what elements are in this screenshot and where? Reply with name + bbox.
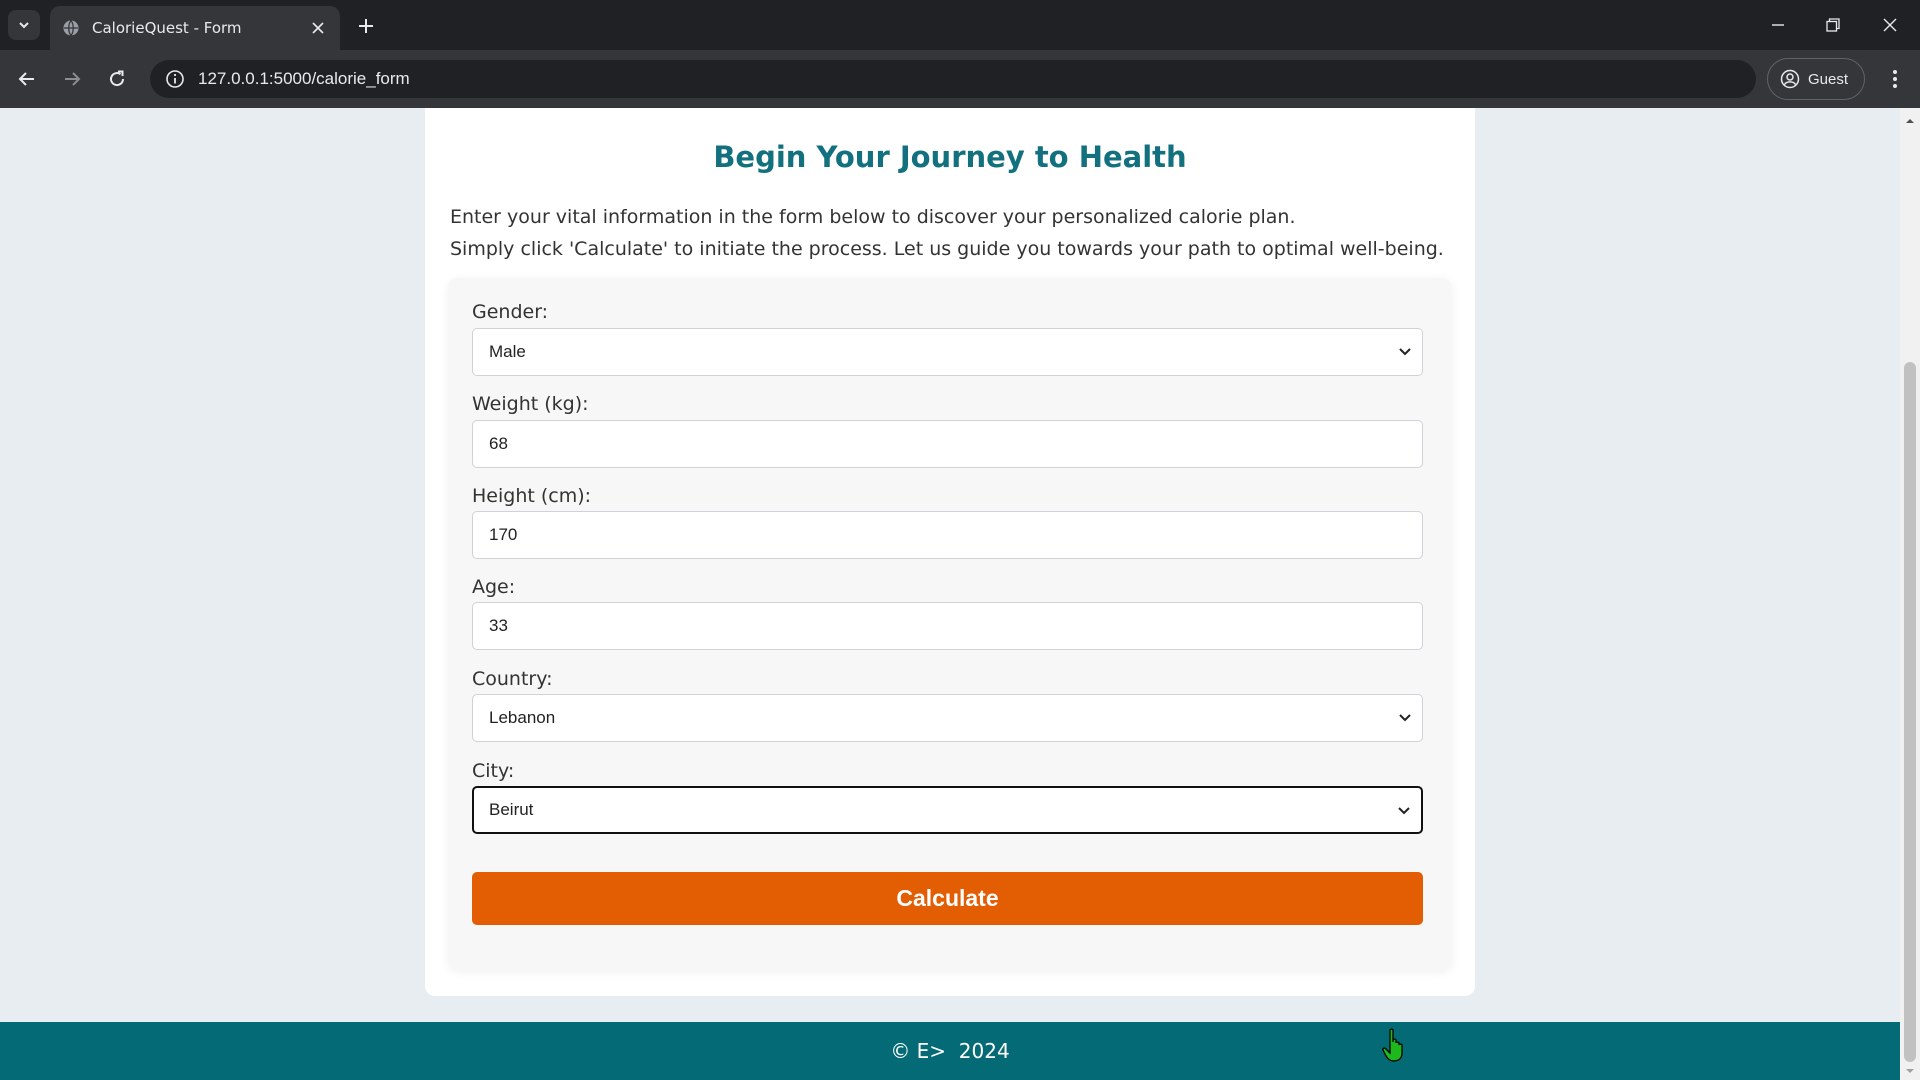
restore-button[interactable] [1813, 10, 1853, 40]
city-value: Beirut [489, 800, 534, 819]
minimize-icon [1772, 24, 1784, 26]
reload-button[interactable] [101, 63, 133, 95]
page-viewport: Begin Your Journey to Health Enter your … [0, 108, 1900, 1080]
intro-line-2: Simply click 'Calculate' to initiate the… [450, 238, 1444, 260]
age-input[interactable]: 33 [472, 602, 1423, 650]
weight-label: Weight (kg): [472, 393, 589, 415]
city-select[interactable]: Beirut [472, 786, 1423, 834]
height-label: Height (cm): [472, 485, 592, 507]
profile-button[interactable]: Guest [1767, 58, 1865, 100]
browser-toolbar: 127.0.0.1:5000/calorie_form Guest [0, 50, 1920, 108]
footer-text: © E> 2024 [890, 1039, 1010, 1063]
gender-select[interactable]: Male [472, 328, 1423, 376]
close-window-button[interactable] [1870, 10, 1910, 40]
arrow-left-icon [18, 72, 34, 86]
hand-pointer-cursor-icon [1382, 1028, 1403, 1062]
close-tab-icon[interactable] [308, 18, 328, 38]
chevron-down-icon [19, 22, 29, 29]
calculate-button[interactable]: Calculate [472, 872, 1423, 925]
restore-icon [1826, 18, 1840, 32]
scrollbar-thumb[interactable] [1904, 362, 1916, 1062]
globe-icon [62, 19, 80, 37]
browser-menu-button[interactable] [1880, 63, 1910, 95]
info-icon[interactable] [164, 68, 186, 90]
chevron-down-icon [1397, 804, 1411, 818]
chevron-down-icon [1398, 711, 1412, 725]
scroll-up-arrow-icon[interactable] [1900, 114, 1920, 128]
weight-value: 68 [489, 434, 508, 453]
profile-label: Guest [1808, 70, 1849, 88]
page-scrollbar[interactable] [1900, 108, 1920, 1080]
form-card: Begin Your Journey to Health Enter your … [425, 108, 1475, 996]
close-icon [1883, 18, 1897, 32]
minimize-button[interactable] [1758, 10, 1798, 40]
chevron-down-icon [1398, 345, 1412, 359]
intro-text: Enter your vital information in the form… [450, 201, 1450, 265]
country-label: Country: [472, 668, 553, 690]
page-title: Begin Your Journey to Health [713, 140, 1187, 174]
height-value: 170 [489, 525, 518, 544]
arrow-right-icon [65, 72, 81, 86]
height-input[interactable]: 170 [472, 511, 1423, 559]
scroll-down-arrow-icon[interactable] [1900, 1064, 1920, 1078]
more-vert-icon [1893, 70, 1897, 88]
gender-label: Gender: [472, 301, 549, 323]
country-value: Lebanon [489, 708, 556, 727]
account-icon [1780, 69, 1800, 89]
tab-title: CalorieQuest - Form [92, 19, 242, 37]
country-select[interactable]: Lebanon [472, 694, 1423, 742]
calorie-form: Gender: Male Weight (kg): 68 Height (cm)… [448, 278, 1452, 970]
browser-tab[interactable]: CalorieQuest - Form [50, 6, 340, 50]
gender-value: Male [489, 342, 526, 361]
city-label: City: [472, 760, 515, 782]
back-button[interactable] [11, 63, 43, 95]
forward-button[interactable] [56, 63, 88, 95]
plus-icon [359, 19, 373, 33]
page-footer: © E> 2024 [0, 1022, 1900, 1080]
browser-tab-bar: CalorieQuest - Form [0, 0, 1920, 50]
weight-input[interactable]: 68 [472, 420, 1423, 468]
url-text: 127.0.0.1:5000/calorie_form [198, 69, 410, 88]
tab-search-button[interactable] [8, 10, 40, 40]
age-label: Age: [472, 576, 516, 598]
age-value: 33 [489, 616, 508, 635]
reload-icon [110, 70, 125, 87]
intro-line-1: Enter your vital information in the form… [450, 206, 1296, 228]
new-tab-button[interactable] [352, 12, 380, 40]
address-bar[interactable]: 127.0.0.1:5000/calorie_form [150, 60, 1756, 98]
